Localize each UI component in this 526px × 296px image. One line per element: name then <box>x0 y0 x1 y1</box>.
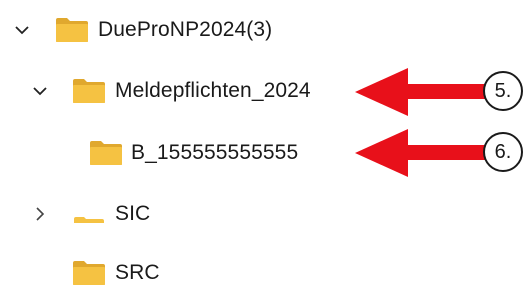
callout-badge: 5. <box>483 71 523 111</box>
folder-icon <box>55 17 89 43</box>
folder-icon <box>72 260 106 286</box>
tree-item-b155[interactable]: B_155555555555 <box>0 131 526 175</box>
chevron-down-icon[interactable] <box>30 81 50 101</box>
tree-item-label: DueProNP2024(3) <box>98 18 273 41</box>
callout-badge: 6. <box>483 132 523 172</box>
tree-item-src[interactable]: SRC <box>0 251 526 295</box>
folder-empty-icon <box>72 201 106 227</box>
tree-item-sic[interactable]: SIC <box>0 192 526 236</box>
chevron-down-icon[interactable] <box>12 20 32 40</box>
folder-icon <box>89 140 123 166</box>
tree-item-label: Meldepflichten_2024 <box>115 79 311 102</box>
tree-item-label: B_155555555555 <box>131 141 299 164</box>
tree-item-meldepflichten[interactable]: Meldepflichten_2024 <box>0 69 526 113</box>
tree-item-label: SIC <box>115 202 151 225</box>
tree-item-dueprop[interactable]: DueProNP2024(3) <box>0 8 526 52</box>
folder-icon <box>72 78 106 104</box>
tree-item-label: SRC <box>115 261 160 284</box>
chevron-right-icon[interactable] <box>30 204 50 224</box>
